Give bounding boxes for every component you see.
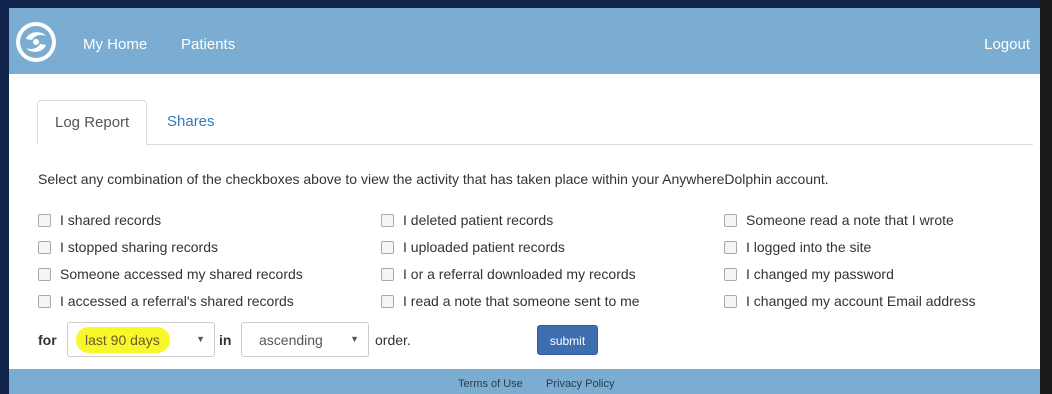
checkbox-box[interactable] [724, 240, 737, 254]
checkbox-label: I accessed a referral's shared records [60, 293, 294, 309]
for-label: for [38, 332, 57, 348]
chevron-down-icon: ▼ [196, 334, 205, 344]
checkbox-box[interactable] [381, 213, 394, 227]
checkbox-box[interactable] [38, 294, 51, 308]
checkbox-accessed-referral[interactable]: I accessed a referral's shared records [38, 291, 294, 311]
nav-patients[interactable]: Patients [181, 36, 235, 53]
terms-of-use-link[interactable]: Terms of Use [458, 378, 523, 390]
sort-order-select[interactable]: ascending ▼ [241, 322, 369, 357]
checkbox-box[interactable] [38, 240, 51, 254]
tab-shares[interactable]: Shares [150, 100, 232, 144]
in-label: in [219, 332, 232, 348]
checkbox-label: I shared records [60, 212, 162, 228]
checkbox-label: Someone read a note that I wrote [746, 212, 954, 228]
checkbox-someone-accessed[interactable]: Someone accessed my shared records [38, 264, 303, 284]
checkbox-label: Someone accessed my shared records [60, 266, 303, 282]
checkbox-box[interactable] [381, 267, 394, 281]
checkbox-logged-in[interactable]: I logged into the site [724, 237, 871, 257]
order-label: order. [375, 332, 411, 348]
checkbox-box[interactable] [724, 294, 737, 308]
checkbox-read-note-sent[interactable]: I read a note that someone sent to me [381, 291, 640, 311]
checkbox-label: I changed my account Email address [746, 293, 976, 309]
checkbox-label: I uploaded patient records [403, 239, 565, 255]
checkbox-note-read[interactable]: Someone read a note that I wrote [724, 210, 954, 230]
checkbox-uploaded-records[interactable]: I uploaded patient records [381, 237, 565, 257]
footer-bar: Terms of Use Privacy Policy [9, 369, 1040, 394]
checkbox-label: I logged into the site [746, 239, 872, 255]
window-right-border [1040, 0, 1052, 394]
tab-log-report[interactable]: Log Report [37, 100, 148, 145]
window-left-border [0, 0, 9, 394]
checkbox-box[interactable] [38, 267, 51, 281]
submit-button[interactable]: submit [537, 325, 598, 355]
privacy-policy-link[interactable]: Privacy Policy [546, 378, 614, 390]
main-content: Log Report Shares Select any combination… [9, 74, 1040, 369]
checkbox-box[interactable] [381, 294, 394, 308]
checkbox-label: I stopped sharing records [60, 239, 218, 255]
nav-my-home[interactable]: My Home [83, 36, 147, 53]
logout-link[interactable]: Logout [984, 36, 1030, 53]
checkbox-label: I read a note that someone sent to me [403, 293, 640, 309]
checkbox-shared-records[interactable]: I shared records [38, 210, 161, 230]
checkbox-deleted-records[interactable]: I deleted patient records [381, 210, 553, 230]
dolphin-logo-icon[interactable] [16, 22, 56, 62]
chevron-down-icon: ▼ [350, 334, 359, 344]
date-range-select[interactable]: last 90 days ▼ [67, 322, 215, 357]
sort-order-value: ascending [259, 332, 323, 348]
checkbox-changed-email[interactable]: I changed my account Email address [724, 291, 976, 311]
checkbox-label: I or a referral downloaded my records [403, 266, 636, 282]
checkbox-box[interactable] [724, 267, 737, 281]
date-range-value: last 90 days [85, 332, 160, 348]
checkbox-label: I deleted patient records [403, 212, 554, 228]
instructions-text: Select any combination of the checkboxes… [38, 171, 829, 187]
checkbox-stopped-sharing[interactable]: I stopped sharing records [38, 237, 218, 257]
checkbox-changed-password[interactable]: I changed my password [724, 264, 894, 284]
window-top-border [0, 0, 1052, 8]
checkbox-box[interactable] [38, 213, 51, 227]
report-tabs: Log Report Shares [37, 100, 1033, 145]
top-navbar: My Home Patients Logout [9, 8, 1040, 74]
checkbox-box[interactable] [724, 213, 737, 227]
checkbox-downloaded-records[interactable]: I or a referral downloaded my records [381, 264, 636, 284]
checkbox-label: I changed my password [746, 266, 894, 282]
checkbox-box[interactable] [381, 240, 394, 254]
